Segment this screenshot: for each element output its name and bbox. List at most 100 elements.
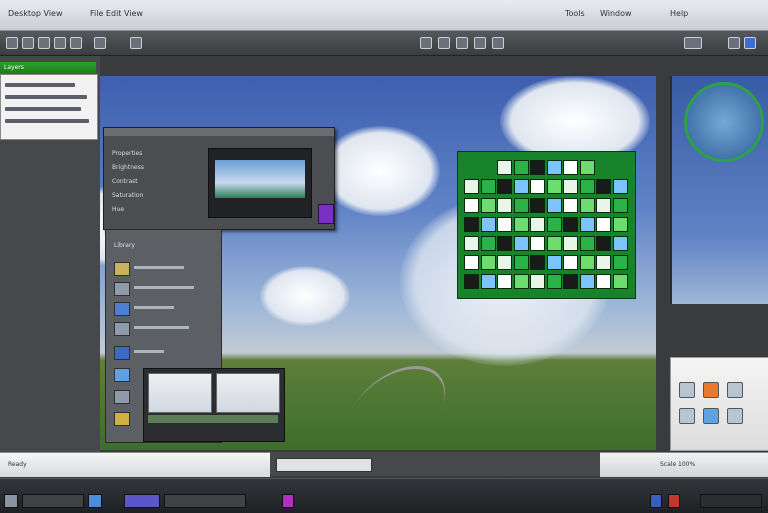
zoom-icon[interactable] (420, 37, 432, 49)
app-icon[interactable] (579, 179, 595, 194)
layers-icon[interactable] (114, 302, 130, 316)
app-icon[interactable] (480, 255, 496, 270)
app-icon[interactable] (579, 255, 595, 270)
layer-row[interactable] (5, 107, 81, 111)
save-icon[interactable] (38, 37, 50, 49)
app-icon[interactable] (546, 179, 562, 194)
layers-tab[interactable]: Layers (0, 62, 96, 74)
hand-icon[interactable] (438, 37, 450, 49)
app-icon[interactable] (612, 179, 628, 194)
search-icon[interactable] (114, 412, 130, 426)
app-icon[interactable] (612, 255, 628, 270)
app-icon[interactable] (530, 255, 545, 270)
app-icon[interactable] (464, 274, 479, 289)
menu-window[interactable]: Window (600, 9, 632, 18)
new-icon[interactable] (6, 37, 18, 49)
app-icon[interactable] (563, 274, 578, 289)
rotate-icon[interactable] (456, 37, 468, 49)
app-icon[interactable] (546, 198, 562, 213)
app-icon[interactable] (497, 274, 512, 289)
app-icon[interactable] (513, 255, 529, 270)
app-icon[interactable] (579, 217, 595, 232)
app-icon[interactable] (612, 217, 628, 232)
app-icon[interactable] (530, 217, 545, 232)
app-icon[interactable] (480, 236, 496, 251)
app-icon[interactable] (464, 255, 479, 270)
app-icon[interactable] (546, 255, 562, 270)
app-icon[interactable] (596, 274, 611, 289)
thumbnail[interactable] (148, 373, 212, 413)
tool-button[interactable] (727, 408, 743, 424)
open-icon[interactable] (22, 37, 34, 49)
image-icon[interactable] (114, 262, 130, 276)
app-icon[interactable] (513, 274, 529, 289)
text-icon[interactable] (492, 37, 504, 49)
app-icon[interactable] (480, 179, 496, 194)
app-icon[interactable] (497, 217, 512, 232)
app-icon[interactable] (579, 160, 595, 175)
app-icon[interactable] (563, 198, 578, 213)
task-icon[interactable] (88, 494, 102, 508)
task-item[interactable] (164, 494, 246, 508)
task-icon[interactable] (668, 494, 680, 508)
task-item[interactable] (22, 494, 84, 508)
copy-icon[interactable] (70, 37, 82, 49)
app-icon[interactable] (530, 198, 545, 213)
app-icon[interactable] (497, 236, 512, 251)
app-icon[interactable] (612, 236, 628, 251)
task-icon[interactable] (282, 494, 294, 508)
progress-field[interactable] (276, 458, 372, 472)
share-icon[interactable] (114, 346, 130, 360)
app-icon[interactable] (596, 236, 611, 251)
thumbnail-popup[interactable] (143, 368, 285, 442)
app-icon[interactable] (563, 255, 578, 270)
app-icon[interactable] (596, 255, 611, 270)
app-icon[interactable] (579, 236, 595, 251)
gear-icon[interactable] (728, 37, 740, 49)
menu-main[interactable]: File Edit View (90, 9, 143, 18)
app-icon[interactable] (530, 160, 545, 175)
menu-tools[interactable]: Tools (565, 9, 585, 18)
app-icon[interactable] (530, 236, 545, 251)
layer-row[interactable] (5, 119, 89, 123)
prefs-icon[interactable] (114, 390, 130, 404)
properties-window[interactable]: Properties Brightness Contrast Saturatio… (103, 127, 335, 230)
app-icon[interactable] (612, 274, 628, 289)
app-icon[interactable] (579, 274, 595, 289)
thumbnail[interactable] (216, 373, 280, 413)
app-icon[interactable] (596, 198, 611, 213)
app-icon[interactable] (513, 160, 529, 175)
app-icon[interactable] (497, 160, 512, 175)
app-icon[interactable] (596, 179, 611, 194)
app-icon[interactable] (563, 236, 578, 251)
crop-icon[interactable] (474, 37, 486, 49)
task-item[interactable] (124, 494, 160, 508)
app-icon[interactable] (497, 198, 512, 213)
search-icon[interactable] (744, 37, 756, 49)
app-icon[interactable] (464, 179, 479, 194)
task-icon[interactable] (650, 494, 662, 508)
tool-button[interactable] (703, 408, 719, 424)
gear-icon[interactable] (114, 282, 130, 296)
app-icon[interactable] (513, 217, 529, 232)
app-icon[interactable] (563, 217, 578, 232)
app-icon[interactable] (596, 217, 611, 232)
tool-button[interactable] (679, 382, 695, 398)
export-icon[interactable] (114, 322, 130, 336)
app-icon[interactable] (513, 179, 529, 194)
app-icon[interactable] (480, 217, 496, 232)
purple-action-button[interactable] (318, 204, 334, 224)
folder-icon[interactable] (114, 368, 130, 382)
tool-button[interactable] (679, 408, 695, 424)
app-icon[interactable] (513, 236, 529, 251)
layer-row[interactable] (5, 95, 87, 99)
app-icon[interactable] (464, 217, 479, 232)
tool-button[interactable] (703, 382, 719, 398)
menu-help[interactable]: Help (670, 9, 688, 18)
app-icon[interactable] (497, 255, 512, 270)
app-icon[interactable] (480, 198, 496, 213)
app-icon[interactable] (546, 236, 562, 251)
app-icon[interactable] (530, 274, 545, 289)
redo-icon[interactable] (130, 37, 142, 49)
app-icon[interactable] (546, 274, 562, 289)
